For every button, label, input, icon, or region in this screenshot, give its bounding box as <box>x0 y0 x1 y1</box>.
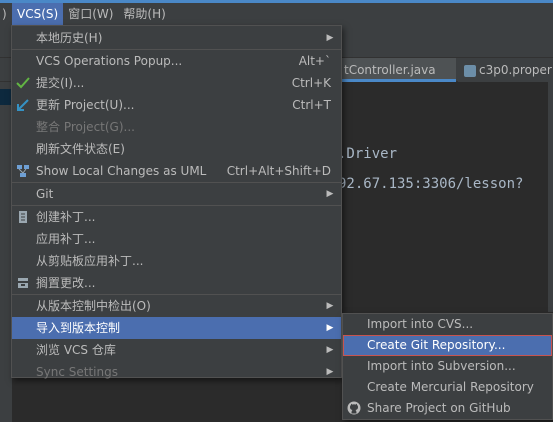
menu-item-browse-vcs-repository[interactable]: 浏览 VCS 仓库 ▶ <box>12 339 341 361</box>
menu-item-label: VCS Operations Popup... <box>36 54 183 68</box>
menu-item-show-local-changes-uml[interactable]: Show Local Changes as UML Ctrl+Alt+Shift… <box>12 160 341 182</box>
menu-item-shortcut: Ctrl+K <box>291 76 331 90</box>
code-line: 92.67.135:3306/lesson? <box>338 176 524 192</box>
menu-vcs[interactable]: VCS(S) <box>12 3 64 25</box>
menu-item-label: 应用补丁... <box>36 232 96 246</box>
menu-item-label: Share Project on GitHub <box>367 401 511 415</box>
commit-check-icon <box>16 76 30 90</box>
menu-item-label: Sync Settings <box>36 365 118 379</box>
code-line: .Driver <box>338 146 398 162</box>
uml-diagram-icon <box>16 164 30 178</box>
submenu-item-create-mercurial-repository[interactable]: Create Mercurial Repository <box>343 377 552 398</box>
menu-item-import-into-vcs[interactable]: 导入到版本控制 ▶ <box>12 317 341 339</box>
import-into-vcs-submenu: Import into CVS... Create Git Repository… <box>342 313 553 420</box>
menu-item-commit[interactable]: 提交(I)... Ctrl+K <box>12 72 341 94</box>
menu-item-label: 导入到版本控制 <box>36 321 121 335</box>
tab-label: c3p0.proper <box>479 63 552 77</box>
menu-view-partial[interactable]: ) <box>0 3 12 25</box>
submenu-arrow-icon: ▶ <box>326 33 334 43</box>
tab-label: tController.java <box>344 63 436 77</box>
shelve-icon <box>16 276 30 290</box>
menu-item-vcs-operations-popup[interactable]: VCS Operations Popup... Alt+` <box>12 50 341 72</box>
submenu-arrow-icon: ▶ <box>326 323 334 333</box>
menu-item-label: 更新 Project(U)... <box>36 98 135 112</box>
patch-file-icon <box>16 210 30 224</box>
submenu-arrow-icon: ▶ <box>326 367 334 377</box>
tab-c3p0-properties[interactable]: c3p0.proper <box>458 58 553 82</box>
menu-item-shortcut: Ctrl+T <box>292 98 331 112</box>
menu-item-apply-patch-from-clipboard[interactable]: 从剪贴板应用补丁... <box>12 250 341 272</box>
menu-item-label: 搁置更改... <box>36 276 96 290</box>
editor-scrollbar[interactable] <box>548 82 553 312</box>
menu-item-label: Create Mercurial Repository <box>367 380 534 394</box>
menu-bar: ) VCS(S) 窗口(W) 帮助(H) <box>0 3 553 25</box>
menu-item-sync-settings[interactable]: Sync Settings ▶ <box>12 361 341 383</box>
menu-item-label: 从版本控制中检出(O) <box>36 299 151 313</box>
menu-item-shortcut: Alt+` <box>298 54 331 68</box>
menu-item-label: 从剪贴板应用补丁... <box>36 254 144 268</box>
tab-controller-java[interactable]: tController.java <box>336 58 456 82</box>
menu-item-label: 提交(I)... <box>36 76 85 90</box>
menu-item-local-history[interactable]: 本地历史(H) ▶ <box>12 27 341 49</box>
menu-item-git[interactable]: Git ▶ <box>12 183 341 205</box>
menu-item-label: 创建补丁... <box>36 210 96 224</box>
github-icon <box>347 401 361 415</box>
menu-item-label: Import into Subversion... <box>367 359 516 373</box>
menu-item-label: 本地历史(H) <box>36 31 103 45</box>
menu-item-label: Git <box>36 187 54 201</box>
menu-item-label: 浏览 VCS 仓库 <box>36 343 116 357</box>
submenu-arrow-icon: ▶ <box>326 301 334 311</box>
menu-item-create-patch[interactable]: 创建补丁... <box>12 206 341 228</box>
menu-item-apply-patch[interactable]: 应用补丁... <box>12 228 341 250</box>
menu-item-update-project[interactable]: 更新 Project(U)... Ctrl+T <box>12 94 341 116</box>
menu-item-refresh-file-status[interactable]: 刷新文件状态(E) <box>12 138 341 160</box>
submenu-arrow-icon: ▶ <box>326 345 334 355</box>
menu-window[interactable]: 窗口(W) <box>63 3 118 25</box>
submenu-item-share-on-github[interactable]: Share Project on GitHub <box>343 398 552 419</box>
menu-item-label: 整合 Project(G)... <box>36 120 135 134</box>
update-arrow-icon <box>16 98 30 112</box>
menu-item-label: Show Local Changes as UML <box>36 164 207 178</box>
submenu-arrow-icon: ▶ <box>326 189 334 199</box>
menu-item-label: Create Git Repository... <box>367 338 506 352</box>
menu-item-label: Import into CVS... <box>367 317 474 331</box>
menu-item-checkout-from-vcs[interactable]: 从版本控制中检出(O) ▶ <box>12 295 341 317</box>
properties-file-icon <box>464 64 476 77</box>
submenu-item-import-into-subversion[interactable]: Import into Subversion... <box>343 356 552 377</box>
menu-help[interactable]: 帮助(H) <box>118 3 170 25</box>
menu-item-shortcut: Ctrl+Alt+Shift+D <box>226 164 331 178</box>
submenu-item-create-git-repository[interactable]: Create Git Repository... <box>343 335 552 356</box>
submenu-item-import-into-cvs[interactable]: Import into CVS... <box>343 314 552 335</box>
menu-item-shelve-changes[interactable]: 搁置更改... <box>12 272 341 294</box>
menu-item-label: 刷新文件状态(E) <box>36 142 125 156</box>
menu-item-integrate-project[interactable]: 整合 Project(G)... <box>12 116 341 138</box>
vcs-dropdown-menu: 本地历史(H) ▶ VCS Operations Popup... Alt+` … <box>11 25 342 379</box>
